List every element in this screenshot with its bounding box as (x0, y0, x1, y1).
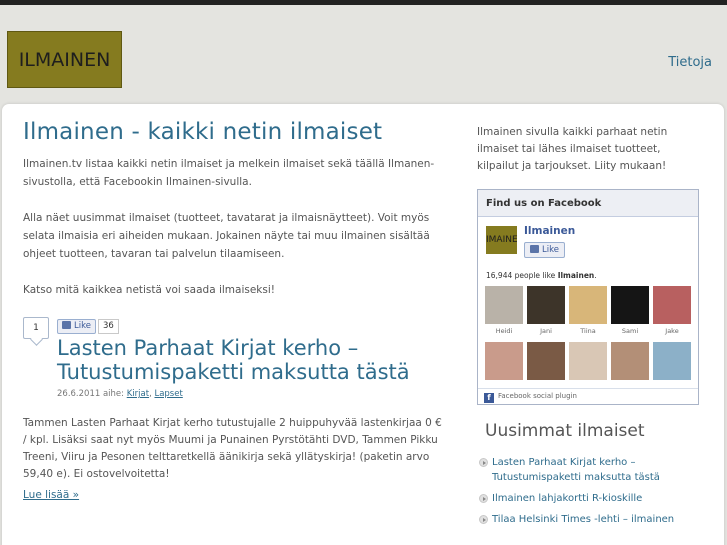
avatar (485, 342, 523, 380)
post-meta: 26.6.2011 aihe: Kirjat, Lapset (57, 389, 183, 399)
avatar (611, 286, 649, 324)
intro-paragraph: Ilmainen.tv listaa kaikki netin ilmaiset… (23, 158, 435, 188)
page-title: Ilmainen - kaikki netin ilmaiset (23, 119, 383, 145)
sidebar: Ilmainen sivulla kaikki parhaat netin il… (477, 124, 704, 533)
logo-text: ILMAINEN (18, 48, 111, 71)
avatar (527, 342, 565, 380)
facebook-icon: f (484, 393, 494, 403)
avatar (569, 342, 607, 380)
fb-face[interactable] (653, 342, 691, 380)
arrow-bullet-icon (479, 515, 488, 524)
site-logo[interactable]: ILMAINEN (7, 31, 122, 88)
fb-face-name: Sami (621, 327, 639, 335)
fb-face[interactable]: Tiina (569, 286, 607, 335)
list-item: Ilmainen lahjakortti R-kioskille (477, 491, 704, 506)
intro-paragraph: Alla näet uusimmat ilmaiset (tuotteet, t… (23, 212, 430, 260)
intro-text: Ilmainen.tv listaa kaikki netin ilmaiset… (23, 155, 443, 299)
arrow-bullet-icon (479, 458, 488, 467)
post-date: 26.6.2011 aihe: (57, 389, 125, 399)
intro-paragraph: Katso mitä kaikkea netistä voi saada ilm… (23, 284, 275, 296)
fb-face-name: Jake (665, 327, 679, 335)
fb-face[interactable] (527, 342, 565, 380)
fb-face-name: Tiina (580, 327, 596, 335)
latest-heading: Uusimmat ilmaiset (485, 421, 645, 441)
category-link-lapset[interactable]: Lapset (154, 389, 182, 399)
content-panel: Ilmainen - kaikki netin ilmaiset Ilmaine… (2, 104, 724, 545)
post-title-link[interactable]: Lasten Parhaat Kirjat kerho – Tutustumis… (57, 317, 443, 384)
avatar (527, 286, 565, 324)
fb-face[interactable]: Sami (611, 286, 649, 335)
fb-face[interactable] (569, 342, 607, 380)
main-column: Ilmainen - kaikki netin ilmaiset Ilmaine… (23, 119, 443, 502)
arrow-bullet-icon (479, 494, 488, 503)
fb-face-name: Heidi (495, 327, 513, 335)
avatar (653, 286, 691, 324)
top-bar (0, 0, 727, 5)
latest-list: Lasten Parhaat Kirjat kerho – Tutustumis… (477, 455, 704, 527)
fb-face[interactable] (611, 342, 649, 380)
fb-face[interactable]: Heidi (485, 286, 523, 335)
post-entry: 1 Like 36 Lasten Parhaat Kirjat kerho – … (23, 317, 443, 502)
avatar (569, 286, 607, 324)
fb-footer-text: Facebook social plugin (498, 392, 577, 400)
fb-like-label: Like (542, 245, 559, 255)
sidebar-intro: Ilmainen sivulla kaikki parhaat netin il… (477, 126, 668, 172)
avatar (611, 342, 649, 380)
fb-likers-count: 16,944 people like Ilmainen. (486, 271, 597, 280)
fb-page-logo-text: IMAINEN (486, 235, 517, 245)
fb-footer[interactable]: f Facebook social plugin (478, 388, 698, 404)
fb-likers-count-text: 16,944 people like (486, 271, 556, 280)
comment-count-badge[interactable]: 1 (23, 317, 49, 339)
list-item: Lasten Parhaat Kirjat kerho – Tutustumis… (477, 455, 704, 485)
fb-box-header: Find us on Facebook (478, 190, 698, 217)
fb-face-name: Jani (540, 327, 552, 335)
fb-face[interactable]: Jani (527, 286, 565, 335)
post-excerpt: Tammen Lasten Parhaat Kirjat kerho tutus… (23, 417, 442, 480)
fb-face[interactable] (485, 342, 523, 380)
read-more-link[interactable]: Lue lisää » (23, 489, 79, 501)
latest-link[interactable]: Ilmainen lahjakortti R-kioskille (492, 493, 642, 504)
nav-about-link[interactable]: Tietoja (668, 55, 712, 70)
fb-likers-end: . (594, 271, 597, 280)
list-item: Tilaa Helsinki Times -lehti – ilmainen (477, 512, 704, 527)
avatar (653, 342, 691, 380)
latest-link[interactable]: Lasten Parhaat Kirjat kerho – Tutustumis… (492, 457, 660, 483)
fb-page-name-link[interactable]: Ilmainen (524, 225, 575, 237)
facebook-like-box: Find us on Facebook IMAINEN Ilmainen Lik… (477, 189, 699, 405)
avatar (485, 286, 523, 324)
fb-likers-page: Ilmainen (557, 271, 595, 280)
fb-page-like-button[interactable]: Like (524, 242, 565, 258)
fb-face[interactable]: Jake (653, 286, 691, 335)
category-link-kirjat[interactable]: Kirjat (127, 389, 149, 399)
latest-link[interactable]: Tilaa Helsinki Times -lehti – ilmainen (492, 514, 674, 525)
thumbs-up-icon (530, 245, 539, 253)
fb-page-logo[interactable]: IMAINEN (486, 226, 517, 254)
